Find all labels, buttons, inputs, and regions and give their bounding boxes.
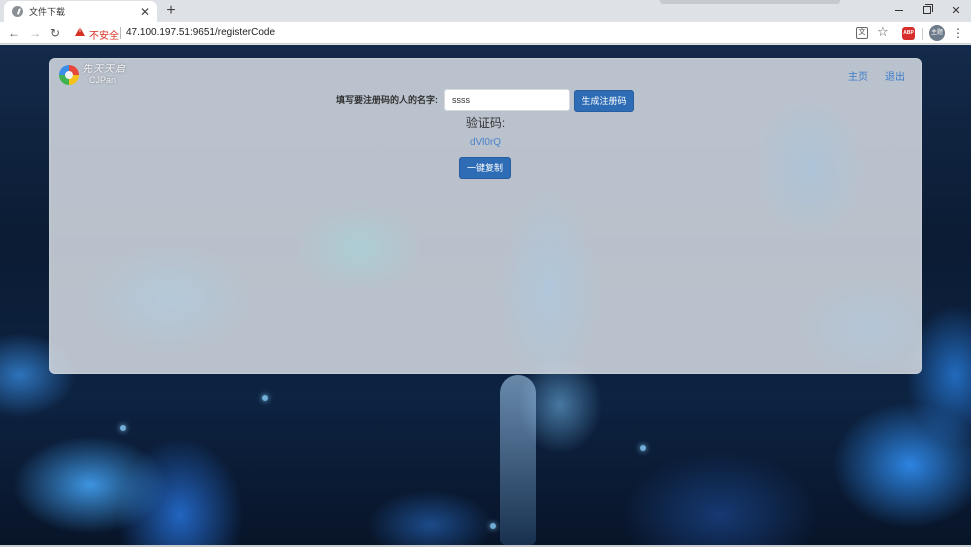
- translate-icon[interactable]: 文: [856, 27, 868, 39]
- omnibox-divider: [120, 27, 121, 39]
- page-viewport: 先天天启 CJPan 主页 退出 填写要注册码的人的名字: 生成注册码 验证码:…: [0, 45, 971, 547]
- background-figure: [500, 375, 536, 545]
- browser-tab-active[interactable]: 文件下载 ✕: [4, 1, 157, 22]
- restore-button[interactable]: [912, 0, 942, 20]
- profile-avatar[interactable]: 主题: [929, 25, 945, 41]
- warning-triangle-icon: [75, 27, 85, 36]
- browser-toolbar: ← → ↻ 不安全 47.100.197.51:9651/registerCod…: [0, 22, 971, 44]
- new-tab-button[interactable]: +: [163, 3, 179, 19]
- adblock-extension-icon[interactable]: ABP: [902, 27, 915, 40]
- copy-code-button[interactable]: 一键复制: [459, 157, 511, 179]
- register-panel: 先天天启 CJPan 主页 退出 填写要注册码的人的名字: 生成注册码 验证码:…: [49, 58, 922, 374]
- browser-tabstrip: 文件下载 ✕ + ✕: [0, 0, 971, 22]
- app-favicon-icon: [12, 6, 23, 17]
- tabstrip-highlight: [660, 0, 840, 4]
- toolbar-divider: [922, 28, 923, 40]
- tab-title: 文件下载: [29, 7, 66, 17]
- security-label[interactable]: 不安全: [89, 27, 119, 42]
- background-sparkle: [120, 425, 126, 431]
- background-sparkle: [490, 523, 496, 529]
- background-sparkle: [262, 395, 268, 401]
- browser-menu-icon[interactable]: ⋮: [952, 25, 964, 41]
- nav-home-link[interactable]: 主页: [848, 72, 868, 84]
- background-sparkle: [640, 445, 646, 451]
- generate-code-button[interactable]: 生成注册码: [574, 90, 634, 112]
- bookmark-star-icon[interactable]: ☆: [877, 25, 889, 39]
- minimize-button[interactable]: [884, 0, 914, 20]
- reload-icon[interactable]: ↻: [47, 25, 63, 41]
- minimize-icon: [895, 9, 903, 11]
- back-arrow-icon[interactable]: ←: [6, 25, 22, 41]
- name-input[interactable]: [444, 89, 570, 111]
- forward-arrow-icon[interactable]: →: [27, 25, 43, 41]
- verification-code: dVl0rQ: [469, 137, 502, 148]
- name-field-label: 填写要注册码的人的名字:: [336, 95, 438, 105]
- site-logo-title[interactable]: 先天天启: [82, 64, 126, 75]
- restore-icon: [923, 4, 933, 14]
- site-logo-subtitle[interactable]: CJPan: [89, 75, 116, 85]
- code-heading: 验证码:: [465, 116, 506, 130]
- nav-logout-link[interactable]: 退出: [885, 72, 905, 84]
- window-close-button[interactable]: ✕: [941, 0, 971, 20]
- site-logo-icon[interactable]: [59, 65, 79, 85]
- tab-close-icon[interactable]: ✕: [139, 6, 151, 18]
- url-text[interactable]: 47.100.197.51:9651/registerCode: [126, 27, 275, 38]
- address-bar[interactable]: 不安全 47.100.197.51:9651/registerCode 文 ☆: [68, 24, 894, 42]
